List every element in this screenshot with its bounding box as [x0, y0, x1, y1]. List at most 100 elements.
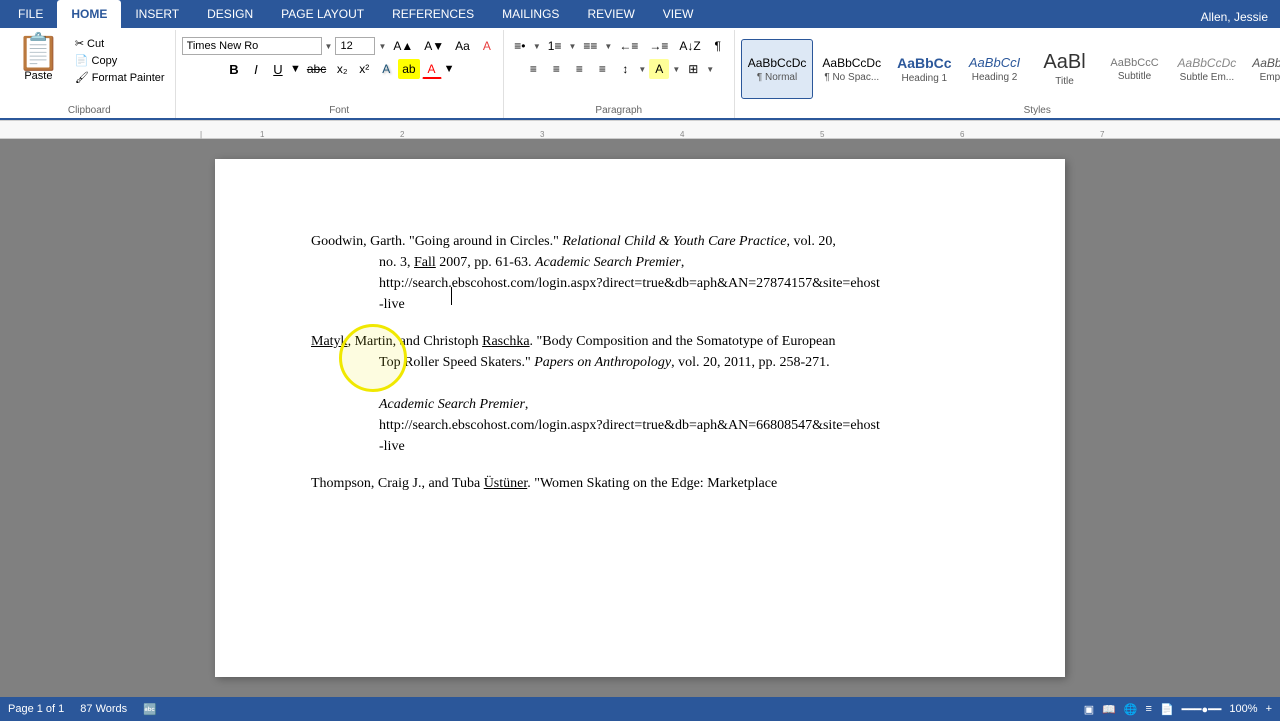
style-subtle-em[interactable]: AaBbCcDc Subtle Em... — [1171, 39, 1244, 99]
highlight-btn[interactable]: ab — [398, 59, 419, 79]
text-effect-btn[interactable]: A — [376, 59, 396, 79]
style-heading1-label: Heading 1 — [902, 73, 948, 84]
ref1-line3: http://search.ebscohost.com/login.aspx?d… — [311, 273, 969, 294]
ref3-line1: Thompson, Craig J., and Tuba Üstüner. "W… — [311, 473, 969, 494]
view-mode-web[interactable]: 🌐 — [1124, 703, 1138, 716]
style-heading2-preview: AaBbCcI — [969, 55, 1020, 70]
user-name: Allen, Jessie — [1189, 6, 1280, 28]
paragraph-group: ≡• ▼ 1≡ ▼ ≡≡ ▼ ←≡ →≡ A↓Z ¶ ≡ ≡ ≡ ≡ ↕ — [504, 30, 735, 118]
font-color-btn[interactable]: A — [422, 59, 442, 79]
cut-button[interactable]: ✂ Cut — [71, 36, 169, 51]
document-area: Goodwin, Garth. "Going around in Circles… — [0, 139, 1280, 697]
multilevel-list-btn[interactable]: ≡≡ — [579, 36, 601, 56]
underline-dropdown[interactable]: ▼ — [290, 63, 301, 75]
style-normal[interactable]: AaBbCcDc ¶ Normal — [741, 39, 814, 99]
numbering-btn[interactable]: 1≡ — [544, 36, 566, 56]
ref3-ustüner: Üstüner — [484, 476, 528, 491]
align-right-btn[interactable]: ≡ — [569, 59, 589, 79]
tab-mailings[interactable]: MAILINGS — [488, 0, 573, 28]
ref1-line2: no. 3, Fall 2007, pp. 61-63. Academic Se… — [311, 252, 969, 273]
clipboard-label: Clipboard — [10, 102, 169, 116]
italic-btn[interactable]: I — [246, 59, 266, 79]
style-emphasis-label: Emphasis — [1260, 72, 1280, 83]
clear-format-btn[interactable]: A — [477, 36, 497, 56]
align-center-btn[interactable]: ≡ — [546, 59, 566, 79]
ref-entry-1: Goodwin, Garth. "Going around in Circles… — [311, 231, 969, 315]
view-mode-read[interactable]: 📖 — [1102, 703, 1116, 716]
increase-font-btn[interactable]: A▲ — [389, 36, 417, 56]
style-emphasis-preview: AaBbCcDc — [1252, 56, 1280, 70]
borders-dropdown[interactable]: ▼ — [706, 65, 714, 74]
bullets-btn[interactable]: ≡• — [510, 36, 530, 56]
tab-view[interactable]: VIEW — [649, 0, 708, 28]
tab-references[interactable]: REFERENCES — [378, 0, 488, 28]
bullets-dropdown[interactable]: ▼ — [533, 42, 541, 51]
underline-btn[interactable]: U — [268, 59, 288, 79]
style-no-spacing[interactable]: AaBbCcDc ¶ No Spac... — [815, 39, 888, 99]
superscript-btn[interactable]: x² — [354, 59, 374, 79]
style-heading1[interactable]: AaBbCc Heading 1 — [890, 39, 958, 99]
sort-btn[interactable]: A↓Z — [675, 36, 704, 56]
view-mode-print[interactable]: ▣ — [1084, 703, 1094, 716]
style-title-label: Title — [1055, 76, 1074, 87]
view-mode-outline[interactable]: ≡ — [1146, 703, 1152, 715]
line-spacing-dropdown[interactable]: ▼ — [638, 65, 646, 74]
line-spacing-btn[interactable]: ↕ — [615, 59, 635, 79]
styles-group: AaBbCcDc ¶ Normal AaBbCcDc ¶ No Spac... … — [735, 30, 1280, 118]
multilevel-dropdown[interactable]: ▼ — [604, 42, 612, 51]
ref1-line1: Goodwin, Garth. "Going around in Circles… — [311, 231, 969, 252]
clipboard-group: 📋 Paste ✂ Cut 📄 Copy — [4, 30, 176, 118]
ref2-line6: -live — [311, 436, 969, 457]
tab-design[interactable]: DESIGN — [193, 0, 267, 28]
format-painter-button[interactable]: 🖌 Format Painter — [71, 70, 169, 85]
numbering-dropdown[interactable]: ▼ — [568, 42, 576, 51]
paste-icon: 📋 — [16, 34, 61, 70]
style-title[interactable]: AaBl Title — [1031, 39, 1099, 99]
ref2-line3 — [311, 373, 969, 394]
document-page[interactable]: Goodwin, Garth. "Going around in Circles… — [215, 159, 1065, 677]
font-size-input[interactable] — [335, 37, 375, 55]
ref2-line4: Academic Search Premier, — [311, 394, 969, 415]
zoom-in-btn[interactable]: + — [1266, 703, 1272, 715]
shading-btn[interactable]: A — [649, 59, 669, 79]
style-emphasis[interactable]: AaBbCcDc Emphasis — [1245, 39, 1280, 99]
borders-btn[interactable]: ⊞ — [683, 59, 703, 79]
decrease-indent-btn[interactable]: ←≡ — [615, 36, 642, 56]
tab-home[interactable]: HOME — [57, 0, 121, 28]
paste-button[interactable]: 📋 Paste — [10, 32, 67, 85]
style-normal-preview: AaBbCcDc — [748, 56, 807, 70]
decrease-font-btn[interactable]: A▼ — [420, 36, 448, 56]
change-case-btn[interactable]: Aa — [451, 36, 474, 56]
strikethrough-btn[interactable]: abc — [303, 59, 330, 79]
ref1-fall: Fall — [414, 255, 436, 270]
language-indicator: 🔤 — [143, 703, 157, 716]
font-group: ▼ ▼ A▲ A▼ Aa A B I U ▼ abc x₂ x² A — [176, 30, 504, 118]
tab-page-layout[interactable]: PAGE LAYOUT — [267, 0, 378, 28]
styles-gallery: AaBbCcDc ¶ Normal AaBbCcDc ¶ No Spac... … — [741, 39, 1280, 99]
shading-dropdown[interactable]: ▼ — [672, 65, 680, 74]
font-color-dropdown[interactable]: ▼ — [444, 63, 455, 75]
ruler: | 1 2 3 4 5 6 7 — [0, 121, 1280, 139]
justify-btn[interactable]: ≡ — [592, 59, 612, 79]
align-left-btn[interactable]: ≡ — [523, 59, 543, 79]
bold-btn[interactable]: B — [224, 59, 244, 79]
tab-file[interactable]: FILE — [4, 0, 57, 28]
copy-button[interactable]: 📄 Copy — [71, 53, 169, 68]
tab-review[interactable]: REVIEW — [573, 0, 648, 28]
increase-indent-btn[interactable]: →≡ — [645, 36, 672, 56]
font-name-dropdown-icon[interactable]: ▼ — [325, 42, 333, 51]
view-mode-draft[interactable]: 📄 — [1160, 703, 1174, 716]
text-cursor — [451, 287, 452, 305]
paragraph-label: Paragraph — [510, 102, 728, 116]
font-size-dropdown-icon[interactable]: ▼ — [378, 42, 386, 51]
zoom-slider[interactable]: ━━━●━━ — [1182, 703, 1222, 716]
subscript-btn[interactable]: x₂ — [332, 59, 352, 79]
style-heading2[interactable]: AaBbCcI Heading 2 — [961, 39, 1029, 99]
style-subtitle[interactable]: AaBbCcC Subtitle — [1101, 39, 1169, 99]
tab-insert[interactable]: INSERT — [121, 0, 193, 28]
show-marks-btn[interactable]: ¶ — [708, 36, 728, 56]
tab-bar: FILE HOME INSERT DESIGN PAGE LAYOUT REFE… — [0, 0, 1280, 28]
ref2-matyk: Matyk — [311, 334, 348, 349]
font-name-input[interactable] — [182, 37, 322, 55]
ref2-line2: Top Roller Speed Skaters." Papers on Ant… — [311, 352, 969, 373]
